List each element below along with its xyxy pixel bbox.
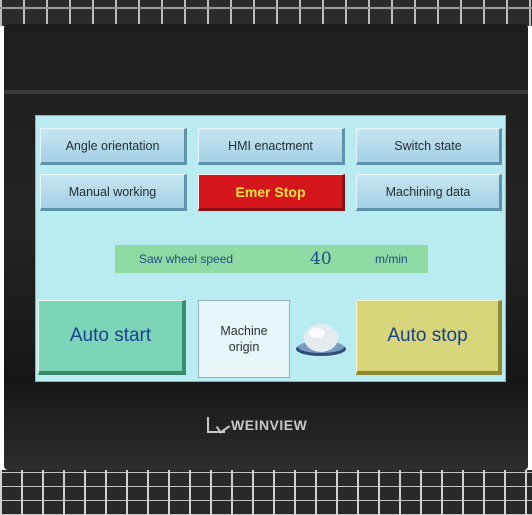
switch-state-label: Switch state: [394, 138, 462, 153]
machining-data-label: Machining data: [385, 184, 471, 199]
auto-stop-button[interactable]: Auto stop: [356, 300, 502, 375]
weinview-logo-icon: [207, 417, 225, 433]
background-strip-top: [0, 0, 532, 26]
emergency-stop-label: Emer Stop: [235, 183, 306, 200]
hmi-enactment-label: HMI enactment: [228, 138, 313, 153]
saw-wheel-speed-label: Saw wheel speed: [139, 252, 234, 266]
bezel-edge: [4, 90, 528, 94]
machine-origin-label-line2: origin: [228, 340, 260, 354]
emergency-stop-button[interactable]: Emer Stop: [198, 174, 345, 211]
angle-orientation-label: Angle orientation: [65, 138, 160, 153]
auto-start-label: Auto start: [69, 325, 152, 346]
hmi-screen: Angle orientation HMI enactment Switch s…: [35, 115, 506, 382]
background-strip-bottom: [0, 470, 532, 515]
saw-wheel-speed-display: Saw wheel speed 40 m/min: [115, 245, 428, 273]
angle-orientation-button[interactable]: Angle orientation: [40, 128, 187, 165]
machine-origin-button[interactable]: Machine origin: [198, 300, 290, 378]
weinview-logo: WEINVIEW: [207, 417, 307, 433]
saw-wheel-speed-value: 40: [310, 249, 332, 269]
auto-start-button[interactable]: Auto start: [38, 300, 186, 375]
manual-working-button[interactable]: Manual working: [40, 174, 187, 211]
switch-state-button[interactable]: Switch state: [356, 128, 502, 165]
indicator-lamp-icon: [296, 324, 346, 356]
hmi-enactment-button[interactable]: HMI enactment: [198, 128, 345, 165]
auto-stop-label: Auto stop: [387, 325, 468, 346]
brand-name: WEINVIEW: [231, 417, 308, 433]
manual-working-label: Manual working: [68, 184, 157, 199]
machining-data-button[interactable]: Machining data: [356, 174, 502, 211]
machine-origin-label-line1: Machine: [220, 324, 268, 338]
saw-wheel-speed-unit: m/min: [375, 252, 408, 266]
